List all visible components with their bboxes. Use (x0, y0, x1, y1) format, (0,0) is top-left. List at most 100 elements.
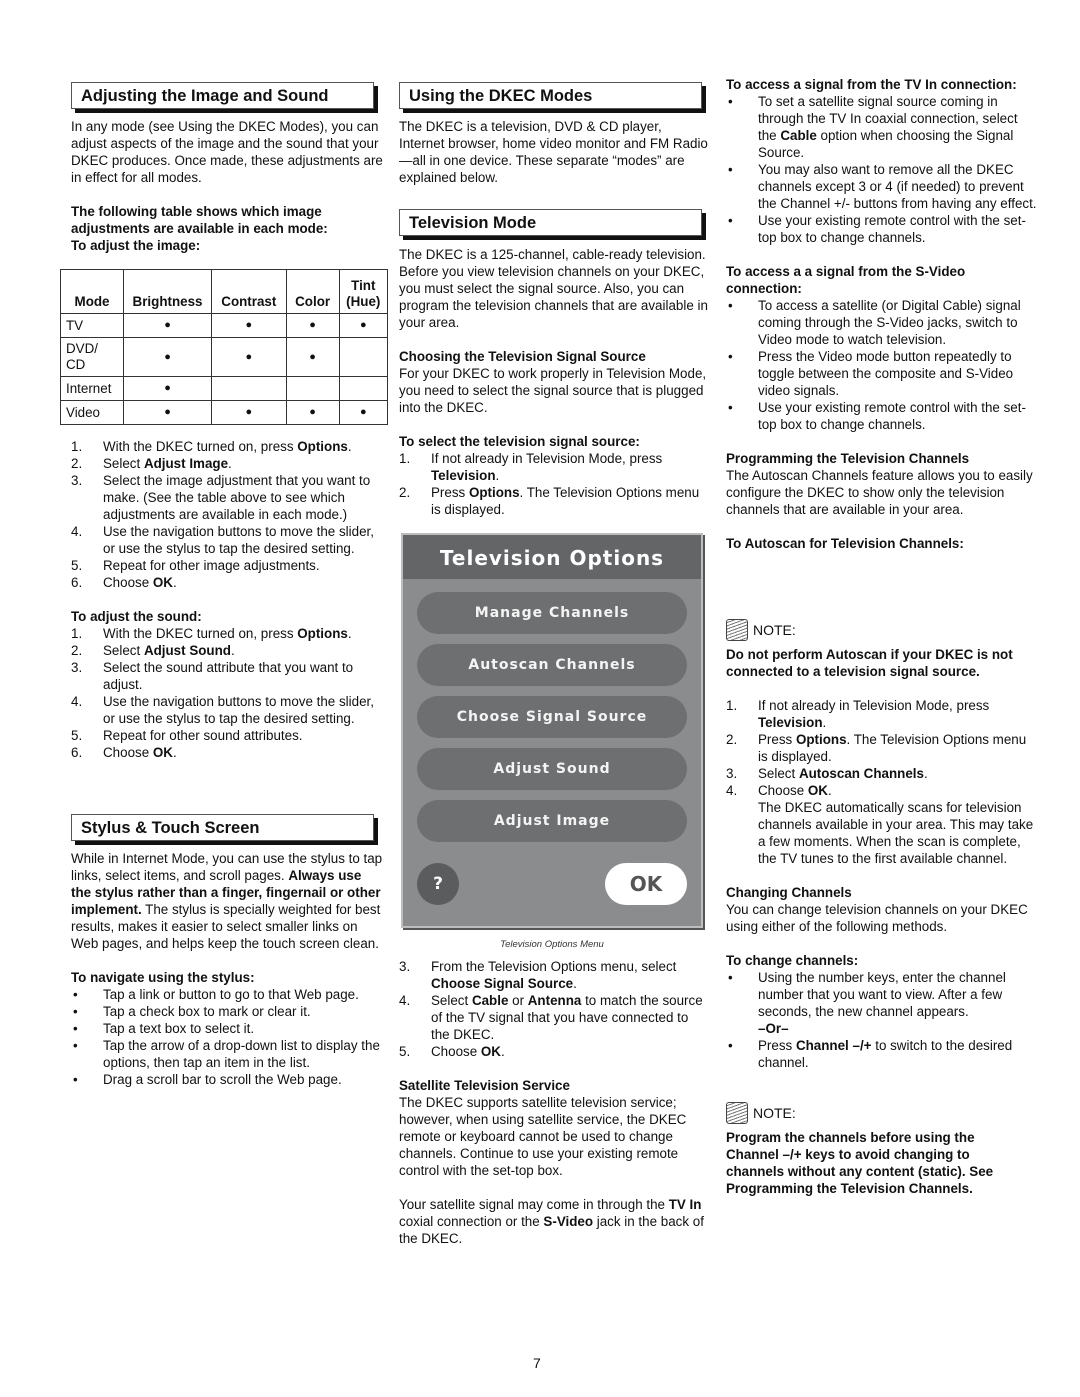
to-adjust-image-title: To adjust the image: (71, 238, 201, 253)
changing-text: You can change television channels on yo… (726, 902, 1028, 934)
list-item: 3. From the Television Options menu, sele… (399, 959, 677, 991)
changing-title: Changing Channels (726, 885, 852, 900)
choosing-text: For your DKEC to work properly in Televi… (399, 366, 707, 415)
list-item: 1. With the DKEC turned on, press Options… (71, 626, 352, 641)
ok-button[interactable]: OK (605, 863, 687, 905)
list-item: 1. With the DKEC turned on, press Options… (71, 439, 352, 454)
choose-signal-source-button[interactable]: Choose Signal Source (417, 696, 687, 738)
to-adjust-sound-title: To adjust the sound: (71, 609, 202, 624)
list-item: • Press the Video mode button repeatedly … (728, 349, 1014, 398)
adjusting-intro: In any mode (see Using the DKEC Modes), … (71, 119, 383, 185)
list-item: 4. Choose OK. (726, 783, 832, 798)
empty-cell (285, 376, 340, 401)
select-steps-list: 1. If not already in Television Mode, pre… (399, 450, 709, 518)
table-intro: The following table shows which image ad… (71, 204, 328, 236)
available-dot: ● (123, 313, 212, 338)
list-item: • Use your existing remote control with t… (728, 213, 1026, 245)
empty-cell (210, 376, 287, 401)
note-icon (726, 1102, 748, 1124)
available-dot: ● (123, 400, 212, 425)
note-label: NOTE: (753, 1104, 796, 1121)
sound-steps-list: 1. With the DKEC turned on, press Options… (71, 625, 383, 761)
or-label: –Or– (758, 1021, 789, 1036)
svideo-bullets-list: • To access a satellite (or Digital Cable… (726, 297, 1038, 433)
note-icon (726, 619, 748, 641)
mode-adjustments-table: Mode Brightness Contrast Color Tint (Hue… (59, 269, 389, 425)
available-dot: ● (338, 313, 389, 338)
available-dot: ● (210, 400, 287, 425)
menu-caption: Television Options Menu (500, 939, 604, 950)
table-row: Video ● ● ● ● (59, 400, 389, 425)
list-item: • Use your existing remote control with t… (728, 400, 1026, 432)
list-item: 2. Select Adjust Sound. (71, 643, 235, 658)
available-dot: ● (285, 400, 340, 425)
list-item: 3. Select Autoscan Channels. (726, 766, 928, 781)
list-item: 5. Repeat for other sound attributes. (71, 728, 303, 743)
menu-title: Television Options (403, 535, 701, 579)
television-text: The DKEC is a 125-channel, cable-ready t… (399, 247, 708, 330)
list-item: • Press Channel –/+ to switch to the desi… (728, 1038, 1013, 1070)
list-item: 4. Use the navigation buttons to move the… (71, 524, 374, 556)
table-row: TV ● ● ● ● (59, 313, 389, 338)
note-label: NOTE: (753, 621, 796, 638)
mode-cell: Internet (59, 376, 125, 401)
help-button[interactable]: ? (417, 863, 459, 905)
list-item: 3. Select the sound attribute that you wa… (71, 660, 354, 692)
adjust-sound-button[interactable]: Adjust Sound (417, 748, 687, 790)
autoscan-steps-list: 1. If not already in Television Mode, pre… (726, 697, 1038, 799)
list-item: 5. Choose OK. (399, 1044, 505, 1059)
list-item: 1. If not already in Television Mode, pre… (399, 451, 663, 483)
list-item: • Tap the arrow of a drop-down list to di… (73, 1038, 380, 1070)
list-item: 6. Choose OK. (71, 575, 177, 590)
list-item: 4. Use the navigation buttons to move the… (71, 694, 374, 726)
table-header: Color (285, 269, 340, 314)
note-2-text: Program the channels before using the Ch… (726, 1130, 994, 1196)
table-header: Mode (59, 269, 125, 314)
list-item: 2. Select Adjust Image. (71, 456, 232, 471)
section-heading-television: Television Mode (399, 209, 702, 236)
modes-text: The DKEC is a television, DVD & CD playe… (399, 119, 708, 185)
list-item: • Drag a scroll bar to scroll the Web pag… (73, 1072, 342, 1087)
question-icon: ? (433, 874, 443, 894)
satellite-text: The DKEC supports satellite television s… (399, 1095, 687, 1178)
choosing-title: Choosing the Television Signal Source (399, 349, 646, 364)
available-dot: ● (338, 400, 389, 425)
page-number: 7 (533, 1355, 541, 1371)
empty-cell (338, 337, 389, 377)
table-row: DVD/CD ● ● ● (59, 337, 389, 377)
note-1: NOTE: (726, 619, 796, 641)
adjust-image-button[interactable]: Adjust Image (417, 800, 687, 842)
table-header: Tint (Hue) (338, 269, 389, 314)
list-item: • You may also want to remove all the DKE… (728, 162, 1037, 211)
table-header-row: Mode Brightness Contrast Color Tint (Hue… (59, 269, 389, 314)
mode-cell: Video (59, 400, 125, 425)
section-heading-modes: Using the DKEC Modes (399, 82, 702, 109)
list-item: 1. If not already in Television Mode, pre… (726, 698, 990, 730)
change-bullets-list: • Using the number keys, enter the channe… (726, 969, 1038, 1071)
section-heading-stylus: Stylus & Touch Screen (71, 814, 374, 841)
available-dot: ● (210, 337, 287, 377)
table-header: Brightness (123, 269, 212, 314)
select-steps-list-continued: 3. From the Television Options menu, sele… (399, 958, 709, 1060)
autoscan-channels-button[interactable]: Autoscan Channels (417, 644, 687, 686)
satellite-title: Satellite Television Service (399, 1078, 570, 1093)
list-item: 3. Select the image adjustment that you w… (71, 473, 371, 522)
table-header: Contrast (210, 269, 287, 314)
svideo-title: To access a a signal from the S-Video co… (726, 264, 966, 296)
empty-cell (338, 376, 389, 401)
list-item: 4. Select Cable or Antenna to match the s… (399, 993, 703, 1042)
list-item: • Tap a check box to mark or clear it. (73, 1004, 311, 1019)
tvin-title: To access a signal from the TV In connec… (726, 77, 1017, 92)
section-heading-adjusting: Adjusting the Image and Sound (71, 82, 374, 109)
available-dot: ● (285, 313, 340, 338)
note-2: NOTE: (726, 1102, 796, 1124)
available-dot: ● (285, 337, 340, 377)
list-item: 6. Choose OK. (71, 745, 177, 760)
change-title: To change channels: (726, 953, 859, 968)
tvin-bullets-list: • To set a satellite signal source coming… (726, 93, 1038, 246)
note-1-text: Do not perform Autoscan if your DKEC is … (726, 647, 1013, 679)
list-item: • To set a satellite signal source coming… (728, 94, 1018, 160)
manage-channels-button[interactable]: Manage Channels (417, 592, 687, 634)
available-dot: ● (210, 313, 287, 338)
satellite-signal-text: Your satellite signal may come in throug… (399, 1197, 704, 1246)
